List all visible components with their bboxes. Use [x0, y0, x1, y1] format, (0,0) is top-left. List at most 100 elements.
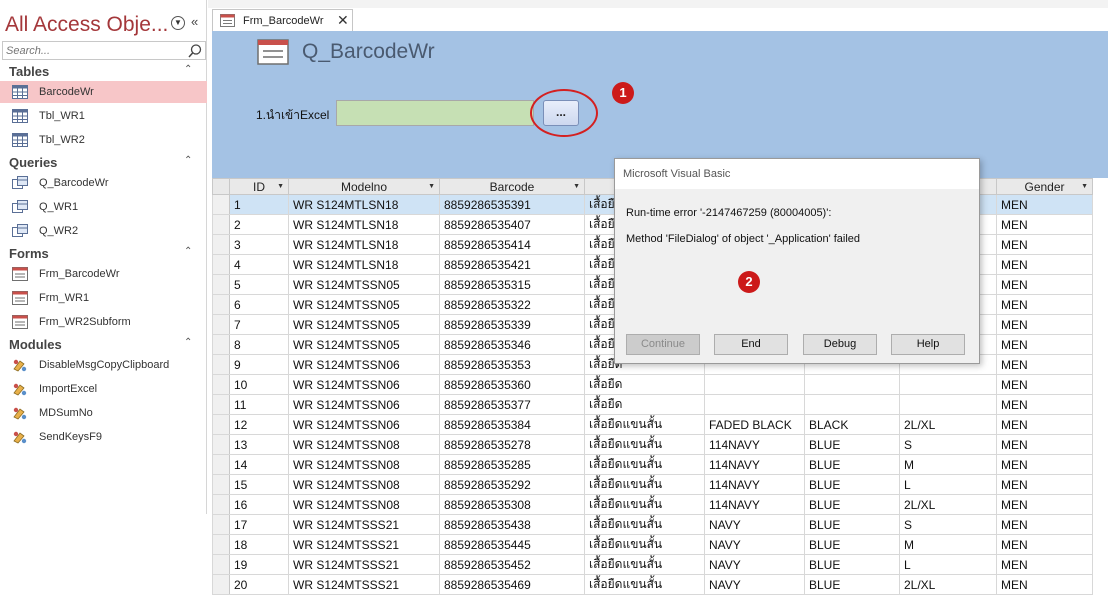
table-cell[interactable]: BLUE — [804, 534, 900, 555]
table-cell[interactable]: 5 — [229, 274, 289, 295]
table-cell[interactable]: BLACK — [804, 414, 900, 435]
table-cell[interactable]: เสื้อยืดแขนสั้น — [584, 574, 705, 595]
table-cell[interactable]: 114NAVY — [704, 454, 805, 475]
table-cell[interactable]: เสื้อยืด — [584, 374, 705, 395]
row-selector[interactable] — [212, 194, 230, 215]
table-cell[interactable]: WR S124MTLSN18 — [288, 194, 440, 215]
row-selector[interactable] — [212, 354, 230, 375]
column-header[interactable]: ID ▼ — [229, 178, 289, 195]
table-cell[interactable]: 2 — [229, 214, 289, 235]
table-cell[interactable]: WR S124MTSSS21 — [288, 574, 440, 595]
table-cell[interactable]: MEN — [996, 414, 1093, 435]
dialog-titlebar[interactable]: Microsoft Visual Basic — [615, 159, 979, 189]
table-cell[interactable] — [704, 394, 805, 415]
table-cell[interactable]: WR S124MTSSN06 — [288, 354, 440, 375]
sort-dropdown-icon[interactable]: ▼ — [428, 183, 435, 190]
table-cell[interactable]: S — [899, 514, 997, 535]
table-cell[interactable]: NAVY — [704, 574, 805, 595]
table-row[interactable]: 14 WR S124MTSSN08 8859286535285 เสื้อยืดแขน… — [212, 454, 1093, 475]
nav-item-q-wr2[interactable]: Q_WR2 — [0, 220, 207, 242]
row-selector[interactable] — [212, 574, 230, 595]
table-cell[interactable]: NAVY — [704, 514, 805, 535]
table-cell[interactable]: 8859286535315 — [439, 274, 585, 295]
table-cell[interactable]: เสื้อยืดแขนสั้น — [584, 434, 705, 455]
table-cell[interactable]: NAVY — [704, 534, 805, 555]
chevron-down-icon[interactable]: ▼ — [171, 16, 185, 30]
table-cell[interactable]: 17 — [229, 514, 289, 535]
table-cell[interactable]: MEN — [996, 314, 1093, 335]
sort-dropdown-icon[interactable]: ▼ — [277, 183, 284, 190]
import-excel-field[interactable] — [336, 100, 534, 126]
table-cell[interactable]: 9 — [229, 354, 289, 375]
table-cell[interactable]: เสื้อยืด — [584, 394, 705, 415]
table-row[interactable]: 10 WR S124MTSSN06 8859286535360 เสื้อยืด MEN — [212, 374, 1093, 395]
table-cell[interactable]: 12 — [229, 414, 289, 435]
table-cell[interactable]: 4 — [229, 254, 289, 275]
table-cell[interactable]: 16 — [229, 494, 289, 515]
table-cell[interactable]: 1 — [229, 194, 289, 215]
end-button[interactable]: End — [714, 334, 788, 355]
table-cell[interactable]: L — [899, 474, 997, 495]
sort-dropdown-icon[interactable]: ▼ — [573, 183, 580, 190]
table-cell[interactable]: 8859286535421 — [439, 254, 585, 275]
table-cell[interactable]: WR S124MTSSN08 — [288, 434, 440, 455]
table-cell[interactable]: M — [899, 534, 997, 555]
table-cell[interactable]: 8859286535452 — [439, 554, 585, 575]
table-cell[interactable] — [899, 394, 997, 415]
table-row[interactable]: 20 WR S124MTSSS21 8859286535469 เสื้อยืดแขน… — [212, 574, 1093, 595]
chevron-up-icon[interactable]: ⌃ — [184, 337, 192, 348]
row-selector[interactable] — [212, 374, 230, 395]
table-cell[interactable]: MEN — [996, 374, 1093, 395]
table-cell[interactable]: BLUE — [804, 494, 900, 515]
table-cell[interactable]: BLUE — [804, 454, 900, 475]
table-cell[interactable]: เสื้อยืดแขนสั้น — [584, 514, 705, 535]
table-cell[interactable]: 20 — [229, 574, 289, 595]
table-cell[interactable]: WR S124MTSSS21 — [288, 534, 440, 555]
table-cell[interactable]: MEN — [996, 494, 1093, 515]
table-cell[interactable]: MEN — [996, 394, 1093, 415]
chevron-up-icon[interactable]: ⌃ — [184, 64, 192, 75]
table-cell[interactable]: BLUE — [804, 434, 900, 455]
nav-item-tbl-wr1[interactable]: Tbl_WR1 — [0, 105, 207, 127]
table-cell[interactable]: WR S124MTSSS21 — [288, 554, 440, 575]
row-selector[interactable] — [212, 234, 230, 255]
table-cell[interactable]: WR S124MTLSN18 — [288, 234, 440, 255]
table-cell[interactable]: เสื้อยืดแขนสั้น — [584, 474, 705, 495]
table-row[interactable]: 15 WR S124MTSSN08 8859286535292 เสื้อยืดแขน… — [212, 474, 1093, 495]
nav-item-frm-wr1[interactable]: Frm_WR1 — [0, 287, 207, 309]
nav-item-q-wr1[interactable]: Q_WR1 — [0, 196, 207, 218]
table-row[interactable]: 13 WR S124MTSSN08 8859286535278 เสื้อยืดแขน… — [212, 434, 1093, 455]
table-cell[interactable]: 8859286535469 — [439, 574, 585, 595]
table-cell[interactable]: MEN — [996, 354, 1093, 375]
row-selector[interactable] — [212, 314, 230, 335]
close-icon[interactable]: ✕ — [337, 12, 349, 29]
table-cell[interactable]: L — [899, 554, 997, 575]
nav-group-tables[interactable]: Tables ⌃ — [0, 62, 207, 82]
table-cell[interactable]: WR S124MTSSN06 — [288, 414, 440, 435]
table-row[interactable]: 17 WR S124MTSSS21 8859286535438 เสื้อยืดแขน… — [212, 514, 1093, 535]
table-cell[interactable]: 2L/XL — [899, 574, 997, 595]
row-selector[interactable] — [212, 414, 230, 435]
table-cell[interactable]: MEN — [996, 554, 1093, 575]
table-cell[interactable]: 8859286535391 — [439, 194, 585, 215]
row-selector[interactable] — [212, 454, 230, 475]
table-cell[interactable]: MEN — [996, 434, 1093, 455]
table-cell[interactable]: 8859286535278 — [439, 434, 585, 455]
table-cell[interactable]: 8 — [229, 334, 289, 355]
table-row[interactable]: 11 WR S124MTSSN06 8859286535377 เสื้อยืด MEN — [212, 394, 1093, 415]
table-cell[interactable]: WR S124MTLSN18 — [288, 214, 440, 235]
table-row[interactable]: 19 WR S124MTSSS21 8859286535452 เสื้อยืดแขน… — [212, 554, 1093, 575]
column-header[interactable]: Gender ▼ — [996, 178, 1093, 195]
table-cell[interactable] — [804, 394, 900, 415]
row-selector[interactable] — [212, 274, 230, 295]
table-cell[interactable]: S — [899, 434, 997, 455]
table-cell[interactable]: 2L/XL — [899, 494, 997, 515]
tab-frm-barcodewr[interactable]: Frm_BarcodeWr ✕ — [212, 9, 353, 31]
nav-title[interactable]: All Access Obje... — [5, 13, 168, 37]
nav-item-mdsumno[interactable]: MDSumNo — [0, 402, 207, 424]
row-selector[interactable] — [212, 434, 230, 455]
table-cell[interactable]: MEN — [996, 214, 1093, 235]
table-cell[interactable]: M — [899, 454, 997, 475]
row-selector[interactable] — [212, 474, 230, 495]
table-cell[interactable]: 8859286535285 — [439, 454, 585, 475]
